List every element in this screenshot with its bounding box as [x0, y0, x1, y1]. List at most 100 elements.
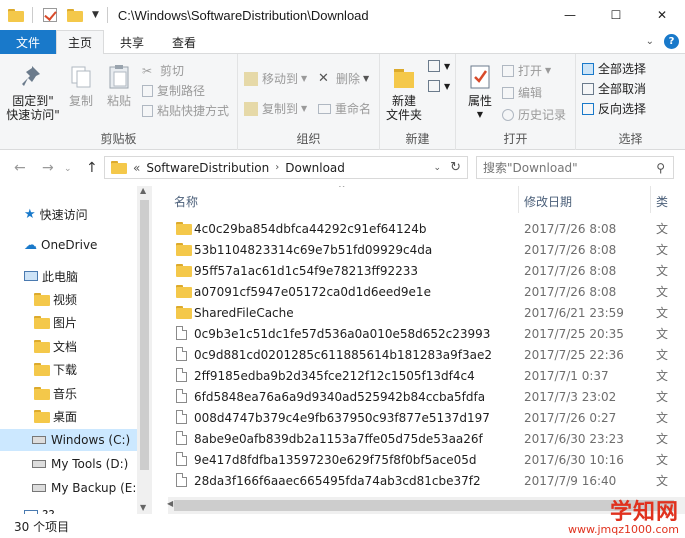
file-name: 53b1104823314c69e7b51fd09929c4da — [194, 242, 433, 257]
invert-selection-button[interactable]: 反向选择 — [582, 100, 646, 117]
file-list: ^ 名称 修改日期 类 4c0c29ba854dbfca44292c91ef64… — [168, 186, 685, 514]
select-all-icon — [582, 62, 594, 75]
file-row[interactable]: 8abe9e0afb839db2a1153a7ffe05d75de53aa26f… — [168, 428, 668, 449]
file-row[interactable]: 53b1104823314c69e7b51fd09929c4da 2017/7/… — [168, 239, 668, 260]
column-header-date[interactable]: 修改日期 — [524, 193, 572, 210]
nav-item-music[interactable]: 音乐 — [0, 382, 152, 404]
file-row[interactable]: 0c9d881cd0201285c611885614b181283a9f3ae2… — [168, 344, 668, 365]
tab-home[interactable]: 主页 — [56, 30, 104, 55]
copy-to-button[interactable]: 复制到 ▼ — [244, 100, 307, 117]
scroll-down-arrow-icon[interactable]: ▼ — [140, 503, 146, 512]
file-row[interactable]: 4c0c29ba854dbfca44292c91ef64124b 2017/7/… — [168, 218, 668, 239]
folder-icon — [176, 285, 192, 298]
folder-icon — [176, 264, 192, 277]
copy-button[interactable]: 复制 — [64, 62, 98, 108]
breadcrumb-overflow[interactable]: « — [133, 161, 140, 175]
file-type: 文 — [656, 243, 669, 257]
file-row[interactable]: 2ff9185edba9b2d345fce212f12c1505f13df4c4… — [168, 365, 668, 386]
select-none-label: 全部取消 — [598, 82, 647, 96]
nav-item-drive-d[interactable]: My Tools (D:) — [0, 453, 152, 475]
up-arrow-icon[interactable]: ↑ — [86, 160, 98, 176]
expand-ribbon-chevron-icon[interactable]: ⌄ — [646, 36, 654, 47]
ribbon-tabs: 文件 主页 共享 查看 ⌄ ? — [0, 30, 685, 55]
help-icon[interactable]: ? — [664, 34, 679, 49]
nav-item-drive-e[interactable]: My Backup (E:) — [0, 477, 152, 499]
history-button[interactable]: 历史记录 — [502, 106, 566, 123]
close-button[interactable]: ✕ — [639, 0, 685, 30]
pin-quick-access-button[interactable]: 固定到" 快速访问" — [4, 62, 62, 122]
rename-button[interactable]: 重命名 — [318, 100, 371, 117]
new-folder-quick-icon[interactable] — [67, 8, 83, 22]
properties-button[interactable]: 属性 ▼ — [462, 62, 498, 122]
divider — [32, 7, 33, 23]
forward-arrow-icon[interactable]: → — [42, 160, 54, 176]
tab-file[interactable]: 文件 — [0, 30, 56, 54]
scrollbar-thumb[interactable] — [140, 200, 149, 470]
maximize-button[interactable]: ☐ — [593, 0, 639, 30]
paste-shortcut-button[interactable]: 粘贴快捷方式 — [142, 102, 229, 119]
minimize-button[interactable]: — — [547, 0, 593, 30]
cut-button[interactable]: ✂ 剪切 — [142, 62, 184, 79]
nav-item-videos[interactable]: 视频 — [0, 288, 152, 310]
delete-chevron-icon: ▼ — [363, 74, 370, 83]
open-button[interactable]: 打开 ▼ — [502, 62, 551, 79]
column-header-name[interactable]: 名称 — [174, 193, 198, 210]
delete-button[interactable]: ✕ 删除 ▼ — [318, 70, 369, 87]
select-none-button[interactable]: 全部取消 — [582, 80, 646, 97]
pin-label: 固定到" 快速访问" — [6, 94, 60, 122]
nav-item-downloads[interactable]: 下载 — [0, 358, 152, 380]
nav-item-this-pc[interactable]: 此电脑 — [0, 265, 152, 287]
nav-item-label: 图片 — [53, 315, 78, 330]
tab-share[interactable]: 共享 — [108, 30, 156, 54]
breadcrumb-download[interactable]: Download — [285, 161, 345, 175]
move-to-button[interactable]: 移动到 ▼ — [244, 70, 307, 87]
invert-selection-icon — [582, 102, 594, 115]
nav-item-documents[interactable]: 文档 — [0, 335, 152, 357]
nav-item-network[interactable]: ?? — [0, 504, 152, 514]
nav-item-quick-access[interactable]: ★ 快速访问 — [0, 203, 152, 225]
file-row[interactable]: 6fd5848ea76a6a9d9340ad525942b84ccba5fdfa… — [168, 386, 668, 407]
file-row[interactable]: a07091cf5947e05172ca0d1d6eed9e1e 2017/7/… — [168, 281, 668, 302]
address-dropdown-chevron-icon[interactable]: ⌄ — [433, 163, 441, 173]
paste-button[interactable]: 粘贴 — [100, 62, 138, 108]
search-input[interactable] — [483, 160, 653, 175]
file-row[interactable]: SharedFileCache 2017/6/21 23:59 文 — [168, 302, 668, 323]
select-all-button[interactable]: 全部选择 — [582, 60, 646, 77]
file-row[interactable]: 008d4747b379c4e9fb637950c93f877e5137d197… — [168, 407, 668, 428]
scroll-up-arrow-icon[interactable]: ▲ — [140, 186, 146, 195]
file-row[interactable]: 95ff57a1ac61d1c54f9e78213ff92233 2017/7/… — [168, 260, 668, 281]
nav-item-onedrive[interactable]: ☁ OneDrive — [0, 234, 152, 256]
tab-view[interactable]: 查看 — [160, 30, 208, 54]
file-name: SharedFileCache — [194, 305, 294, 320]
drive-icon — [32, 460, 46, 468]
refresh-icon[interactable]: ↻ — [450, 160, 461, 175]
file-type: 文 — [656, 306, 669, 320]
file-row[interactable]: 28da3f166f6aaec665495fda74ab3cd81cbe37f2… — [168, 470, 668, 491]
properties-label: 属性 — [467, 94, 492, 108]
back-arrow-icon[interactable]: ← — [14, 160, 26, 176]
recent-locations-chevron-icon[interactable]: ⌄ — [64, 164, 72, 174]
scroll-left-arrow-icon[interactable]: ◀ — [167, 499, 173, 508]
column-header-type[interactable]: 类 — [656, 193, 668, 210]
customize-quick-access-chevron-icon[interactable]: ▼ — [92, 10, 99, 20]
new-folder-button[interactable]: 新建 文件夹 — [384, 62, 424, 122]
edit-button[interactable]: 编辑 — [502, 84, 542, 101]
file-row[interactable]: 9e417d8fdfba13597230e629f75f8f0bf5ace05d… — [168, 449, 668, 470]
nav-item-desktop[interactable]: 桌面 — [0, 405, 152, 427]
new-item-button[interactable]: ▼ — [428, 60, 450, 72]
properties-check-icon[interactable] — [43, 8, 57, 22]
breadcrumb-softwaredistribution[interactable]: SoftwareDistribution — [146, 161, 269, 175]
search-icon[interactable]: ⚲ — [656, 161, 665, 175]
easy-access-button[interactable]: ▼ — [428, 80, 450, 92]
paste-label: 粘贴 — [106, 94, 131, 108]
navigation-pane-scrollbar[interactable]: ▲ ▼ — [137, 186, 152, 514]
copy-path-button[interactable]: 复制路径 — [142, 82, 205, 99]
window-controls: — ☐ ✕ — [547, 0, 685, 30]
item-count: 30 个项目 — [14, 519, 70, 534]
nav-item-drive-c[interactable]: Windows (C:) — [0, 429, 152, 451]
file-row[interactable]: 0c9b3e1c51dc1fe57d536a0a010e58d652c23993… — [168, 323, 668, 344]
address-box[interactable]: « SoftwareDistribution › Download ⌄ ↻ — [104, 156, 468, 179]
file-name: 9e417d8fdfba13597230e629f75f8f0bf5ace05d — [194, 452, 477, 467]
watermark-brand: 学知网 — [609, 500, 679, 525]
nav-item-pictures[interactable]: 图片 — [0, 311, 152, 333]
